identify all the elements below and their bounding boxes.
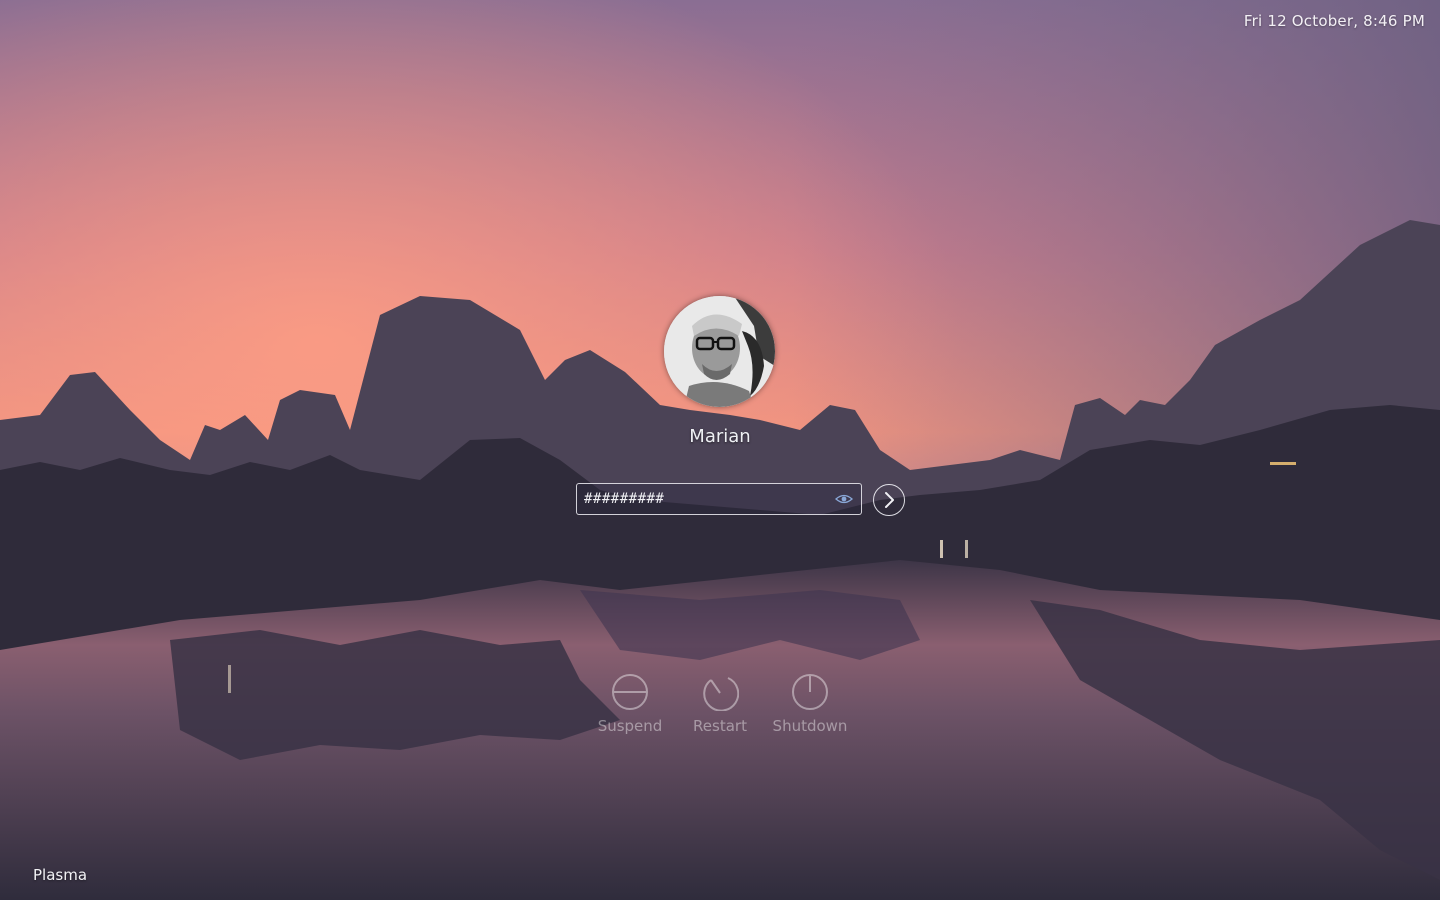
avatar-image: [664, 296, 775, 407]
chevron-right-icon: [885, 492, 894, 508]
wallpaper-landscape: [0, 0, 1440, 900]
user-name: Marian: [689, 426, 751, 447]
clock-time: 8:46 PM: [1363, 12, 1425, 30]
suspend-icon: [612, 674, 648, 710]
avatar[interactable]: [664, 296, 775, 407]
password-input[interactable]: [577, 484, 827, 514]
clock: Fri 12 October, 8:46 PM: [1244, 12, 1425, 30]
power-icon: [792, 674, 828, 710]
eye-icon[interactable]: [835, 491, 853, 507]
shutdown-button[interactable]: Shutdown: [765, 673, 855, 748]
login-button[interactable]: [873, 484, 905, 516]
suspend-button[interactable]: Suspend: [585, 673, 675, 748]
session-selector[interactable]: Plasma: [33, 866, 87, 884]
restart-button[interactable]: Restart: [675, 673, 765, 748]
password-field[interactable]: [576, 483, 862, 515]
restart-label: Restart: [693, 717, 747, 735]
suspend-label: Suspend: [597, 717, 663, 735]
restart-icon: [703, 677, 739, 711]
shutdown-label: Shutdown: [772, 717, 848, 735]
clock-date: Fri 12 October,: [1243, 12, 1359, 30]
